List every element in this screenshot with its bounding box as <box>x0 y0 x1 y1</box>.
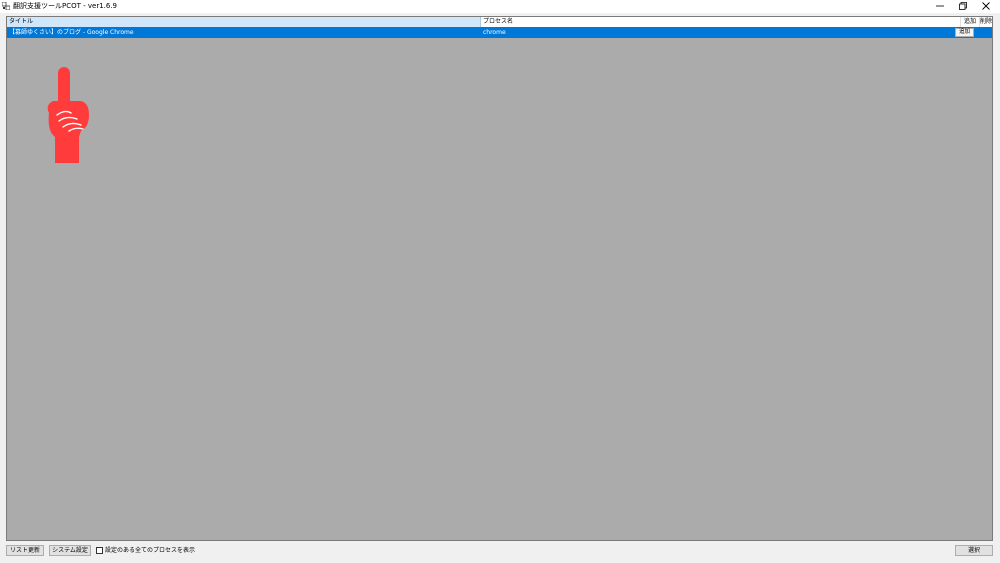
show-all-checkbox[interactable] <box>96 547 103 554</box>
minimize-icon <box>936 5 944 7</box>
close-button[interactable] <box>976 0 996 12</box>
column-header-add[interactable]: 追加 <box>961 17 980 27</box>
restore-button[interactable] <box>953 0 973 12</box>
system-settings-button[interactable]: システム設定 <box>49 545 91 556</box>
row-title: 【募師ゆくさい】のブログ - Google Chrome <box>9 29 134 36</box>
window-title: 翻訳支援ツールPCOT - ver1.6.9 <box>13 2 118 10</box>
refresh-list-button[interactable]: リスト更新 <box>6 545 44 556</box>
row-add-button[interactable]: 追加 <box>955 28 974 37</box>
restore-icon <box>959 2 967 10</box>
row-process: chrome <box>483 29 506 36</box>
process-list[interactable]: タイトル プロセス名 追加 削除 【募師ゆくさい】のブログ - Google C… <box>6 16 993 541</box>
column-header-title[interactable]: タイトル <box>7 17 481 27</box>
show-all-label[interactable]: 設定のある全てのプロセスを表示 <box>105 546 195 555</box>
close-icon <box>982 2 990 10</box>
select-button[interactable]: 選択 <box>955 545 993 556</box>
column-header-delete[interactable]: 削除 <box>980 17 992 27</box>
list-row-selected[interactable]: 【募師ゆくさい】のブログ - Google Chrome chrome 追加 <box>7 27 992 38</box>
window-titlebar: 翻訳支援ツールPCOT - ver1.6.9 <box>0 0 1000 13</box>
app-window-icon <box>2 2 10 10</box>
list-header: タイトル プロセス名 追加 削除 <box>7 17 992 27</box>
column-header-process[interactable]: プロセス名 <box>481 17 961 27</box>
minimize-button[interactable] <box>930 0 950 12</box>
pointing-finger-icon <box>47 67 89 163</box>
